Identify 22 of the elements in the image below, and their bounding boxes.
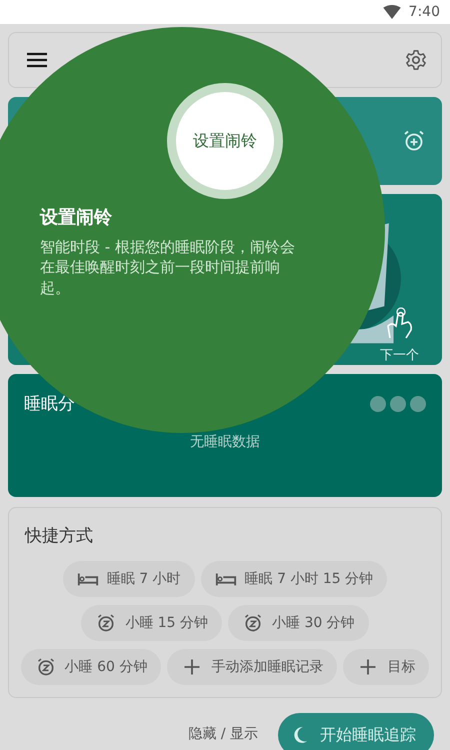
wifi-icon <box>382 5 401 19</box>
shortcut-chip[interactable]: 小睡 60 分钟 <box>20 649 162 685</box>
shortcuts-title: 快捷方式 <box>24 525 94 547</box>
tutorial-description: 智能时段 - 根据您的睡眠阶段，闹铃会在最佳唤醒时刻之前一段时间提前响起。 <box>40 237 296 298</box>
alarm-add-icon[interactable] <box>402 129 426 153</box>
menu-icon[interactable] <box>27 52 47 68</box>
hide-show-link[interactable]: 隐藏 / 显示 <box>188 725 258 743</box>
status-time: 7:40 <box>408 4 440 20</box>
moon-icon <box>294 726 308 744</box>
shortcut-chip[interactable]: 小睡 30 分钟 <box>228 605 369 641</box>
shortcut-chip[interactable]: 睡眠 7 小时 15 分钟 <box>200 561 388 597</box>
more-dots-icon[interactable] <box>370 396 426 412</box>
empty-message: 无睡眠数据 <box>190 433 260 451</box>
snooze-alarm-icon <box>242 613 264 633</box>
shortcut-chip[interactable]: 手动添加睡眠记录 <box>167 649 338 685</box>
shortcut-chip[interactable]: 小睡 15 分钟 <box>81 605 222 641</box>
next-link[interactable]: 下一个 <box>380 346 419 364</box>
tutorial-title: 设置闹铃 <box>40 206 113 229</box>
start-tracking-button[interactable]: 开始睡眠追踪 <box>278 713 434 750</box>
shortcut-chip[interactable]: 目标 <box>343 649 430 685</box>
shortcut-chip[interactable]: 睡眠 7 小时 <box>62 561 195 597</box>
settings-icon[interactable] <box>405 49 427 71</box>
